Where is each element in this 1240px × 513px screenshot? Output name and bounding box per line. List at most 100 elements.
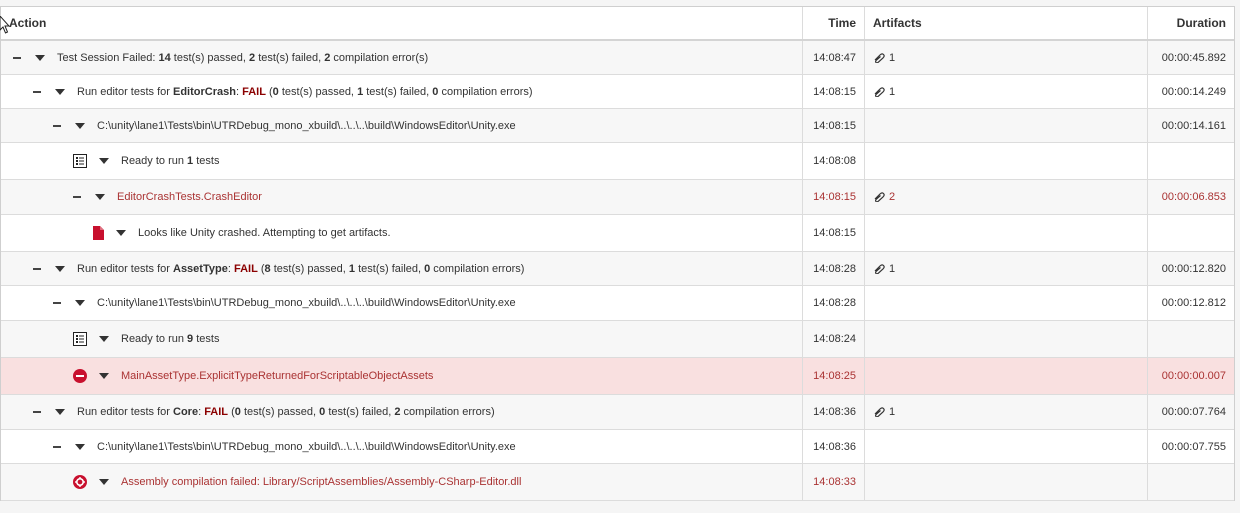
row-artifacts [865,143,1148,179]
collapse-icon[interactable] [33,90,41,93]
row-action-text: Run editor tests for EditorCrash: FAIL (… [77,85,533,98]
collapse-icon[interactable] [53,302,61,304]
row-duration: 00:00:12.812 [1161,297,1226,309]
table-row[interactable]: C:\unity\lane1\Tests\bin\UTRDebug_mono_x… [1,430,1234,464]
collapse-icon[interactable] [33,267,41,270]
row-artifacts[interactable]: 1 [865,252,1148,285]
caret-down-icon[interactable] [75,300,85,306]
row-time: 14:08:25 [803,358,865,394]
row-duration: 00:00:07.755 [1161,440,1226,453]
row-duration: 00:00:07.764 [1161,406,1226,418]
collapse-icon[interactable] [73,196,81,198]
header-time[interactable]: Time [803,7,865,39]
table-row[interactable]: EditorCrashTests.CrashEditor 14:08:15 2 … [1,180,1234,215]
row-action-text[interactable]: EditorCrashTests.CrashEditor [117,191,262,203]
row-artifacts [865,464,1148,500]
row-time: 14:08:15 [803,109,865,142]
table-row[interactable]: Test Session Failed: 14 test(s) passed, … [1,41,1234,75]
table-row[interactable]: C:\unity\lane1\Tests\bin\UTRDebug_mono_x… [1,109,1234,143]
row-duration [1148,215,1234,251]
caret-down-icon[interactable] [55,265,65,272]
row-artifacts [865,286,1148,320]
table-row[interactable]: MainAssetType.ExplicitTypeReturnedForScr… [1,358,1234,395]
table-row[interactable]: C:\unity\lane1\Tests\bin\UTRDebug_mono_x… [1,286,1234,321]
row-artifacts [865,430,1148,463]
row-time: 14:08:08 [803,143,865,179]
caret-down-icon[interactable] [116,230,126,236]
row-time: 14:08:33 [803,464,865,500]
row-duration [1148,321,1234,357]
header-artifacts[interactable]: Artifacts [865,7,1148,39]
table-row[interactable]: Run editor tests for AssetType: FAIL (8 … [1,252,1234,286]
table-row[interactable]: Ready to run 1 tests 14:08:08 [1,143,1234,180]
row-action-text: Looks like Unity crashed. Attempting to … [138,227,391,239]
row-action-text: Ready to run 1 tests [121,155,220,167]
paperclip-icon [874,263,885,274]
row-duration: 00:00:00.007 [1161,370,1226,382]
row-duration: 00:00:14.161 [1161,119,1226,132]
table-row[interactable]: Looks like Unity crashed. Attempting to … [1,215,1234,252]
caret-down-icon[interactable] [99,373,109,379]
caret-down-icon[interactable] [99,158,109,164]
header-duration[interactable]: Duration [1148,7,1234,39]
row-time: 14:08:36 [803,395,865,429]
caret-down-icon[interactable] [99,336,109,342]
row-time: 14:08:15 [803,215,865,251]
collapse-icon[interactable] [53,124,61,127]
paperclip-icon [874,407,885,417]
paperclip-icon [874,52,885,63]
collapse-icon[interactable] [13,56,21,59]
row-time: 14:08:28 [803,286,865,320]
collapse-icon[interactable] [33,411,41,413]
test-results-table: Action Time Artifacts Duration Test Sess… [0,6,1235,501]
row-artifacts[interactable]: 1 [865,41,1148,74]
row-action-text: C:\unity\lane1\Tests\bin\UTRDebug_mono_x… [97,119,516,132]
row-action-text: Test Session Failed: 14 test(s) passed, … [57,51,429,64]
row-time: 14:08:28 [803,252,865,285]
table-row[interactable]: Assembly compilation failed: Library/Scr… [1,464,1234,501]
row-action-text[interactable]: MainAssetType.ExplicitTypeReturnedForScr… [121,370,433,382]
caret-down-icon[interactable] [55,88,65,95]
table-row[interactable]: Run editor tests for Core: FAIL (0 test(… [1,395,1234,430]
row-artifacts[interactable]: 1 [865,75,1148,108]
row-time: 14:08:24 [803,321,865,357]
row-time: 14:08:47 [803,41,865,74]
row-duration: 00:00:14.249 [1161,85,1226,98]
row-action-text: C:\unity\lane1\Tests\bin\UTRDebug_mono_x… [97,440,516,453]
row-artifacts [865,321,1148,357]
row-time: 14:08:15 [803,180,865,214]
paperclip-icon [874,86,885,97]
caret-down-icon[interactable] [75,122,85,129]
row-action-text: Run editor tests for AssetType: FAIL (8 … [77,262,525,275]
red-file-icon [93,226,104,240]
row-duration: 00:00:12.820 [1161,262,1226,275]
row-action-text: Run editor tests for Core: FAIL (0 test(… [77,406,495,418]
caret-down-icon[interactable] [95,194,105,200]
row-artifacts[interactable]: 1 [865,395,1148,429]
log-list-icon [73,332,87,346]
table-header: Action Time Artifacts Duration [1,7,1234,41]
row-artifacts [865,215,1148,251]
row-action-text: Ready to run 9 tests [121,333,220,345]
caret-down-icon[interactable] [75,443,85,450]
row-action-text: C:\unity\lane1\Tests\bin\UTRDebug_mono_x… [97,297,516,309]
row-time: 14:08:15 [803,75,865,108]
header-action[interactable]: Action [1,7,803,39]
table-row[interactable]: Ready to run 9 tests 14:08:24 [1,321,1234,358]
red-stop-icon [73,369,87,383]
table-row[interactable]: Run editor tests for EditorCrash: FAIL (… [1,75,1234,109]
row-time: 14:08:36 [803,430,865,463]
mouse-cursor-icon [0,16,10,34]
row-duration: 00:00:06.853 [1161,191,1226,203]
collapse-icon[interactable] [53,445,61,448]
row-artifacts[interactable]: 2 [865,180,1148,214]
caret-down-icon[interactable] [35,54,45,61]
row-artifacts [865,358,1148,394]
paperclip-icon [874,192,885,202]
row-duration [1148,464,1234,500]
caret-down-icon[interactable] [55,409,65,415]
row-duration: 00:00:45.892 [1161,51,1226,64]
caret-down-icon[interactable] [99,479,109,485]
row-duration [1148,143,1234,179]
row-action-text[interactable]: Assembly compilation failed: Library/Scr… [121,476,521,488]
